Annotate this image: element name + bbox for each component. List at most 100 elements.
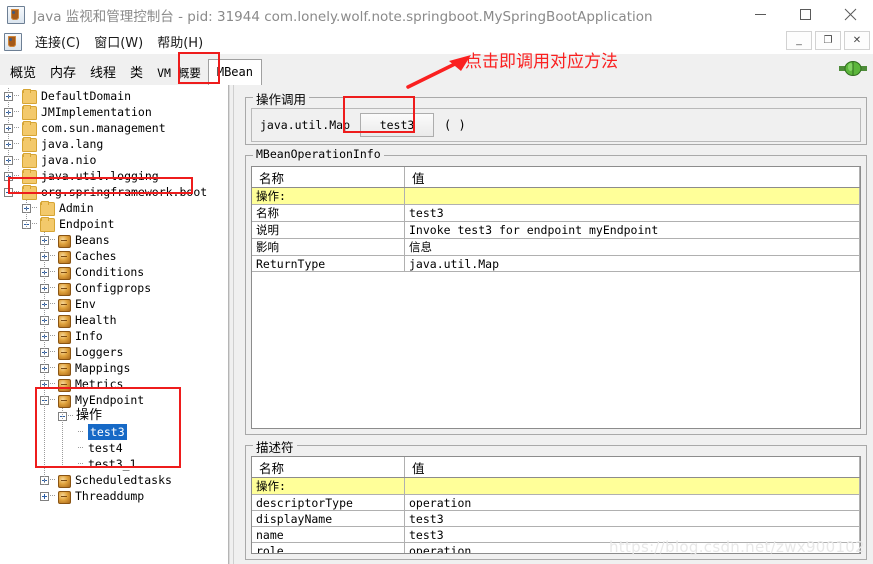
tree-node-label[interactable]: JMImplementation (41, 104, 152, 120)
tab-mbean[interactable]: MBean (207, 59, 262, 86)
tree-node-loggers[interactable]: Loggers (0, 344, 228, 360)
cell-name[interactable]: role (252, 542, 405, 553)
tree-node-label[interactable]: Endpoint (59, 216, 114, 232)
tree-node-defaultdomain[interactable]: DefaultDomain (0, 88, 228, 104)
cell-value[interactable] (404, 477, 860, 495)
menu-item-window[interactable]: 窗口(W) (87, 30, 150, 53)
expand-toggle-icon[interactable] (40, 492, 49, 501)
column-header-value[interactable]: 值 (404, 457, 860, 478)
tree-node-beans[interactable]: Beans (0, 232, 228, 248)
cell-name[interactable]: 影响 (252, 238, 405, 256)
tree-node-label[interactable]: DefaultDomain (41, 88, 131, 104)
mbean-tree-panel[interactable]: DefaultDomain JMImplementation com.sun.man… (0, 85, 229, 564)
tree-node-metrics[interactable]: Metrics (0, 376, 228, 392)
tree-node-label[interactable]: Admin (59, 200, 94, 216)
tree-node-threaddump[interactable]: Threaddump (0, 488, 228, 504)
cell-name[interactable]: name (252, 526, 405, 543)
tree-node-label[interactable]: java.nio (41, 152, 96, 168)
tree-node-conditions[interactable]: Conditions (0, 264, 228, 280)
tree-node-env[interactable]: Env (0, 296, 228, 312)
tree-node-myendpoint[interactable]: MyEndpoint (0, 392, 228, 408)
tree-node-configprops[interactable]: Configprops (0, 280, 228, 296)
tree-node-label[interactable]: test3_1 (88, 456, 136, 472)
tree-node-mappings[interactable]: Mappings (0, 360, 228, 376)
menu-item-connect[interactable]: 连接(C) (28, 30, 87, 53)
cell-name[interactable]: 操作: (252, 477, 405, 495)
cell-value[interactable]: operation (404, 494, 860, 511)
tree-node-label[interactable]: Health (75, 312, 117, 328)
table-row[interactable]: 说明 Invoke test3 for endpoint myEndpoint (252, 221, 860, 239)
tree-node-test3_1[interactable]: test3_1 (0, 456, 228, 472)
cell-name[interactable]: 名称 (252, 204, 405, 222)
cell-value[interactable]: test3 (404, 510, 860, 527)
tree-node-label[interactable]: org.springframework.boot (41, 184, 207, 200)
cell-value[interactable]: 信息 (404, 238, 860, 256)
cell-name[interactable]: 说明 (252, 221, 405, 239)
table-row[interactable]: name test3 (252, 526, 860, 543)
cell-value[interactable]: test3 (404, 526, 860, 543)
tree-node-label[interactable]: Conditions (75, 264, 144, 280)
tree-node-label[interactable]: test4 (88, 440, 123, 456)
tab-classes[interactable]: 类 (123, 61, 150, 86)
tree-node-label[interactable]: java.lang (41, 136, 103, 152)
tab-vm-summary[interactable]: VM 概要 (150, 61, 208, 86)
tree-node-label[interactable]: Mappings (75, 360, 130, 376)
table-row[interactable]: 操作: (252, 477, 860, 495)
tree-node-label[interactable]: java.util.logging (41, 168, 159, 184)
tree-node-java-util-logging[interactable]: java.util.logging (0, 168, 228, 184)
inner-minimize-button[interactable]: _ (786, 31, 812, 50)
table-row[interactable]: role operation (252, 542, 860, 553)
tree-node--[interactable]: 操作 (0, 408, 228, 424)
tree-node-scheduledtasks[interactable]: Scheduledtasks (0, 472, 228, 488)
menu-item-help[interactable]: 帮助(H) (150, 30, 210, 53)
table-row[interactable]: displayName test3 (252, 510, 860, 527)
tree-node-label[interactable]: Configprops (75, 280, 151, 296)
tree-node-label[interactable]: Beans (75, 232, 110, 248)
cell-name[interactable]: displayName (252, 510, 405, 527)
tree-node-endpoint[interactable]: Endpoint (0, 216, 228, 232)
close-button[interactable] (828, 0, 873, 29)
tree-node-info[interactable]: Info (0, 328, 228, 344)
cell-value[interactable]: test3 (404, 204, 860, 222)
inner-close-button[interactable]: ✕ (844, 31, 870, 50)
tree-node-org-springframework-boot[interactable]: org.springframework.boot (0, 184, 228, 200)
cell-value[interactable]: operation (404, 542, 860, 553)
table-row[interactable]: ReturnType java.util.Map (252, 255, 860, 272)
tree-node-health[interactable]: Health (0, 312, 228, 328)
tree-node-label[interactable]: MyEndpoint (75, 392, 144, 408)
table-row[interactable]: descriptorType operation (252, 494, 860, 511)
tree-node-label[interactable]: com.sun.management (41, 120, 166, 136)
tree-node-label[interactable]: Threaddump (75, 488, 144, 504)
tree-node-label[interactable]: Scheduledtasks (75, 472, 172, 488)
tree-node-jmimplementation[interactable]: JMImplementation (0, 104, 228, 120)
tab-memory[interactable]: 内存 (43, 61, 83, 86)
tree-node-admin[interactable]: Admin (0, 200, 228, 216)
tree-node-java-lang[interactable]: java.lang (0, 136, 228, 152)
tree-node-label[interactable]: 操作 (76, 408, 102, 424)
cell-value[interactable]: Invoke test3 for endpoint myEndpoint (404, 221, 860, 239)
tab-threads[interactable]: 线程 (83, 61, 123, 86)
tree-node-java-nio[interactable]: java.nio (0, 152, 228, 168)
operation-info-table-wrap[interactable]: 名称 值 操作: 名称 test3 说明 Invoke test3 for endpoi… (251, 166, 861, 429)
column-header-name[interactable]: 名称 (252, 457, 405, 478)
table-row[interactable]: 操作: (252, 187, 860, 205)
column-header-name[interactable]: 名称 (252, 167, 405, 188)
tree-node-label[interactable]: Info (75, 328, 103, 344)
cell-name[interactable]: ReturnType (252, 255, 405, 272)
tree-node-label[interactable]: test3 (88, 424, 127, 440)
tree-node-caches[interactable]: Caches (0, 248, 228, 264)
cell-name[interactable]: descriptorType (252, 494, 405, 511)
table-row[interactable]: 影响 信息 (252, 238, 860, 256)
tree-node-label[interactable]: Metrics (75, 376, 123, 392)
mbean-tree[interactable]: DefaultDomain JMImplementation com.sun.man… (0, 85, 228, 504)
table-row[interactable]: 名称 test3 (252, 204, 860, 222)
tree-node-label[interactable]: Caches (75, 248, 117, 264)
maximize-button[interactable] (783, 0, 828, 29)
tree-node-test3[interactable]: test3 (0, 424, 228, 440)
minimize-button[interactable] (738, 0, 783, 29)
inner-restore-button[interactable]: ❐ (815, 31, 841, 50)
descriptor-table-wrap[interactable]: 名称 值 操作: descriptorType operation displayNa… (251, 456, 861, 554)
tree-node-label[interactable]: Loggers (75, 344, 123, 360)
tree-node-label[interactable]: Env (75, 296, 96, 312)
column-header-value[interactable]: 值 (404, 167, 860, 188)
